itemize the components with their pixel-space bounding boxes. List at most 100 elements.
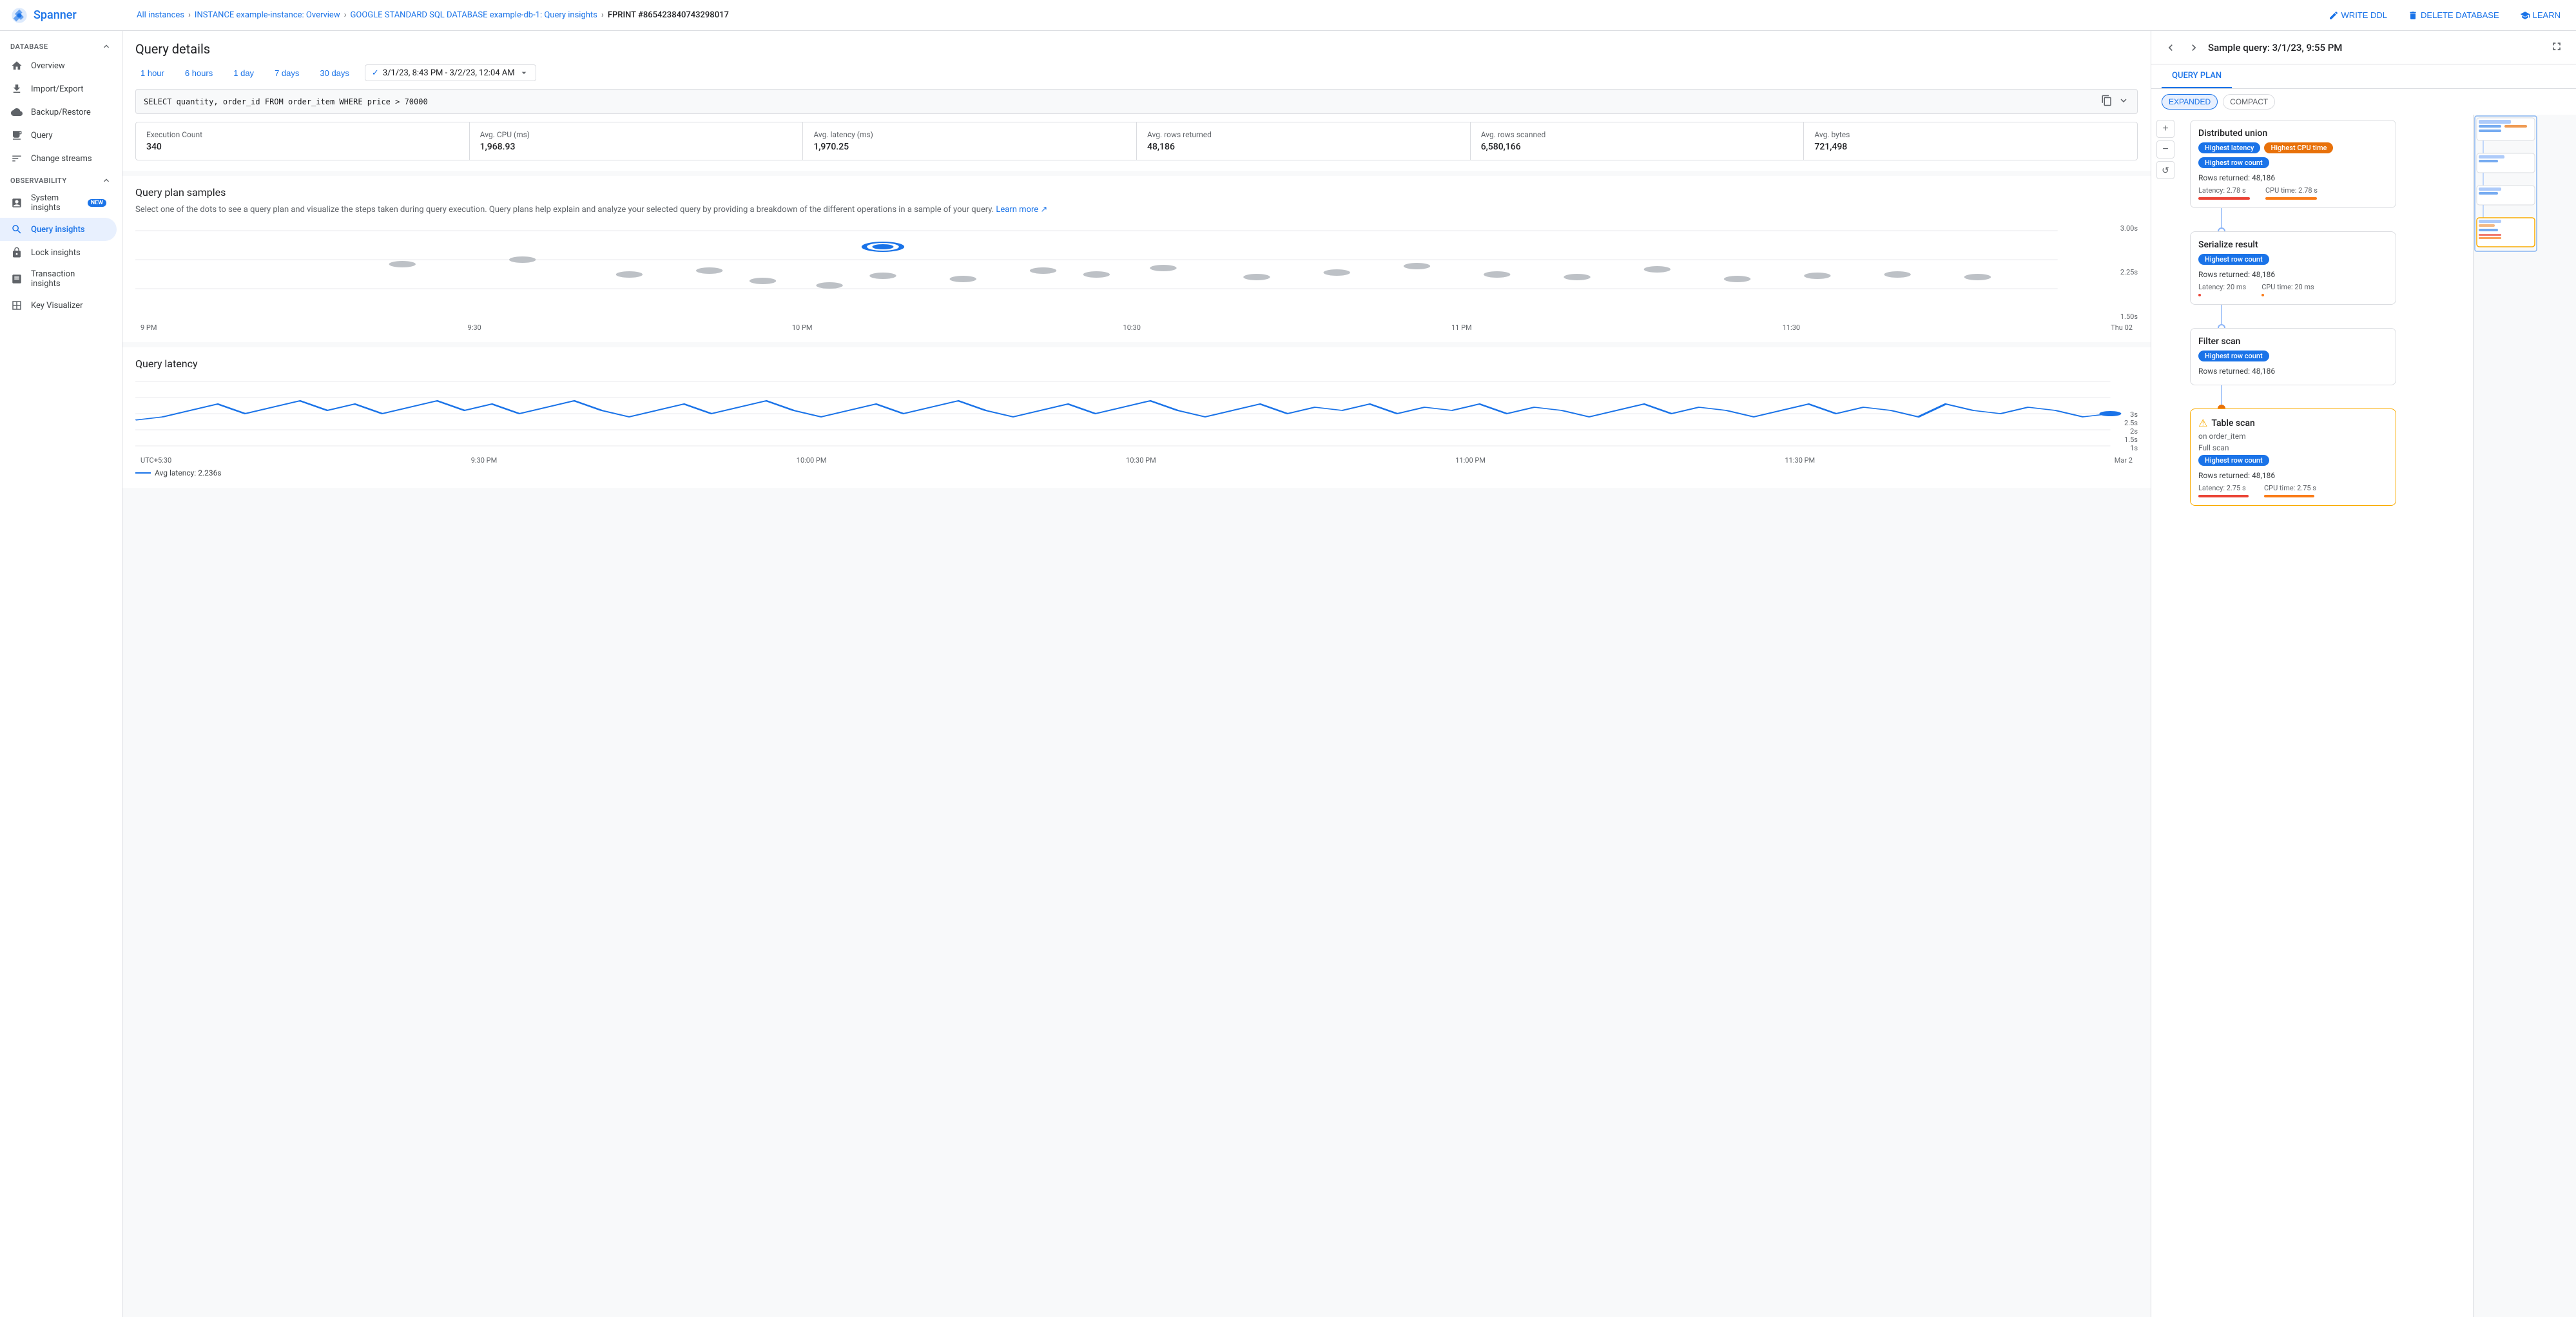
sidebar-item-import-export[interactable]: Import/Export (0, 77, 117, 101)
breadcrumb-all-instances[interactable]: All instances (137, 10, 184, 20)
stats-row: Execution Count 340 Avg. CPU (ms) 1,968.… (135, 122, 2138, 160)
cpu-bar-1 (2265, 197, 2317, 200)
sidebar-item-transaction-insights[interactable]: Transaction insights (0, 264, 117, 294)
sidebar-item-backup-restore[interactable]: Backup/Restore (0, 101, 117, 124)
badge-highest-latency: Highest latency (2198, 142, 2260, 153)
query-latency-title: Query latency (135, 358, 2138, 370)
plan-node-filter-scan: Filter scan Highest row count Rows retur… (2190, 328, 2396, 385)
cpu-bar-4 (2264, 495, 2314, 497)
cpu-bar-2 (2261, 294, 2264, 296)
scatter-chart (135, 224, 2138, 321)
spanner-logo-icon (10, 6, 28, 24)
query-plan-samples-title: Query plan samples (135, 186, 2138, 198)
badge-highest-cpu: Highest CPU time (2264, 142, 2333, 153)
next-sample-button[interactable] (2185, 39, 2203, 57)
plan-container: + − ↺ Distributed union Highest latency … (2151, 115, 2576, 1317)
time-1hour[interactable]: 1 hour (135, 66, 169, 81)
sidebar-item-query[interactable]: Query (0, 124, 117, 147)
sidebar-item-streams-label: Change streams (31, 154, 92, 164)
sidebar-item-import-label: Import/Export (31, 84, 84, 94)
tab-query-plan[interactable]: QUERY PLAN (2162, 64, 2232, 88)
topbar-actions: WRITE DDL DELETE DATABASE LEARN (2323, 8, 2566, 23)
insight-icon (10, 197, 23, 209)
scatter-y-axis: 3.00s 2.25s 1.50s (2120, 224, 2138, 321)
zoom-out-button[interactable]: − (2156, 140, 2174, 159)
book-icon (2520, 10, 2530, 21)
learn-button[interactable]: LEARN (2515, 8, 2566, 23)
time-30days[interactable]: 30 days (315, 66, 354, 81)
legend-line (135, 472, 151, 474)
stat-avg-rows-returned: Avg. rows returned 48,186 (1137, 122, 1471, 160)
stat-avg-rows-scanned: Avg. rows scanned 6,580,166 (1471, 122, 1805, 160)
dropdown-icon (519, 68, 529, 78)
plan-node-distributed-union: Distributed union Highest latency Highes… (2190, 120, 2396, 208)
sidebar-item-system-insights[interactable]: System insights NEW (0, 188, 117, 218)
collapse-obs-icon[interactable] (101, 175, 111, 186)
sidebar-item-lock-insights[interactable]: Lock insights (0, 241, 117, 264)
breadcrumb-sep-2: › (344, 10, 347, 20)
zoom-in-button[interactable]: + (2156, 120, 2174, 138)
badge-highest-row-2: Highest row count (2198, 254, 2269, 265)
home-icon (10, 59, 23, 72)
breadcrumb-sep-1: › (188, 10, 191, 20)
time-7days[interactable]: 7 days (269, 66, 304, 81)
sidebar-item-query-label: Query (31, 131, 53, 140)
latency-y-axis: 3s 2.5s 2s 1.5s 1s (2124, 375, 2138, 452)
query-insight-icon (10, 223, 23, 236)
query-code-bar: SELECT quantity, order_id FROM order_ite… (135, 89, 2138, 114)
query-plan-samples-section: Query plan samples Select one of the dot… (122, 176, 2151, 342)
delete-icon (2408, 10, 2418, 21)
learn-more-link[interactable]: Learn more ↗ (996, 205, 1047, 215)
new-badge: NEW (88, 199, 106, 207)
main-content: Query details 1 hour 6 hours 1 day 7 day… (122, 31, 2151, 1317)
stat-execution-count: Execution Count 340 (136, 122, 470, 160)
compact-view-button[interactable]: COMPACT (2223, 94, 2275, 110)
delete-database-button[interactable]: DELETE DATABASE (2403, 8, 2504, 23)
breadcrumb-database[interactable]: GOOGLE STANDARD SQL DATABASE example-db-… (351, 10, 597, 20)
query-plan-tabs: QUERY PLAN (2151, 64, 2576, 89)
sidebar-item-query-insights[interactable]: Query insights (0, 218, 117, 241)
app-name: Spanner (34, 8, 77, 22)
badge-highest-row-1: Highest row count (2198, 157, 2269, 168)
prev-sample-button[interactable] (2162, 39, 2180, 57)
sidebar-item-overview[interactable]: Overview (0, 54, 117, 77)
sample-title: Sample query: 3/1/23, 9:55 PM (2208, 42, 2542, 53)
reset-view-button[interactable]: ↺ (2156, 161, 2174, 179)
time-range-value: 3/1/23, 8:43 PM - 3/2/23, 12:04 AM (383, 68, 515, 78)
expanded-view-button[interactable]: EXPANDED (2162, 94, 2218, 110)
breadcrumb-sep-3: › (601, 10, 604, 20)
query-plan-samples-desc: Select one of the dots to see a query pl… (135, 204, 2138, 216)
connector-2 (2221, 305, 2222, 328)
query-sql: SELECT quantity, order_id FROM order_ite… (144, 97, 2096, 106)
sidebar: DATABASE Overview Import/Export Backup/R… (0, 31, 122, 1317)
sidebar-item-overview-label: Overview (31, 61, 65, 71)
latency-legend-label: Avg latency: 2.236s (155, 468, 222, 477)
latency-bar-1 (2198, 197, 2250, 200)
breadcrumb-instance[interactable]: INSTANCE example-instance: Overview (195, 10, 340, 20)
sidebar-item-key-visualizer[interactable]: Key Visualizer (0, 294, 117, 317)
query-latency-section: Query latency 3s 2.5s 2s 1.5s 1s (122, 347, 2151, 488)
badge-highest-row-3: Highest row count (2198, 351, 2269, 361)
time-6hours[interactable]: 6 hours (180, 66, 218, 81)
topbar: Spanner All instances › INSTANCE example… (0, 0, 2576, 31)
copy-button[interactable] (2101, 95, 2113, 108)
backup-icon (10, 106, 23, 119)
minimap (2473, 115, 2576, 1317)
latency-chart (135, 375, 2138, 452)
minimap-svg (2474, 115, 2573, 276)
collapse-icon[interactable] (101, 41, 111, 52)
expand-button[interactable] (2118, 95, 2129, 108)
latency-legend: Avg latency: 2.236s (135, 468, 2138, 477)
fullscreen-button[interactable] (2548, 37, 2566, 57)
scatter-x-axis: 9 PM 9:30 10 PM 10:30 11 PM 11:30 Thu 02 (135, 323, 2138, 332)
import-icon (10, 82, 23, 95)
stat-avg-cpu: Avg. CPU (ms) 1,968.93 (470, 122, 804, 160)
sidebar-item-change-streams[interactable]: Change streams (0, 147, 117, 170)
time-1day[interactable]: 1 day (228, 66, 259, 81)
sidebar-item-transaction-label: Transaction insights (31, 269, 106, 289)
delete-database-label: DELETE DATABASE (2421, 10, 2499, 20)
learn-label: LEARN (2533, 10, 2561, 20)
stat-avg-bytes: Avg. bytes 721,498 (1804, 122, 2137, 160)
write-ddl-button[interactable]: WRITE DDL (2323, 8, 2393, 23)
time-range-picker[interactable]: ✓ 3/1/23, 8:43 PM - 3/2/23, 12:04 AM (365, 64, 536, 81)
